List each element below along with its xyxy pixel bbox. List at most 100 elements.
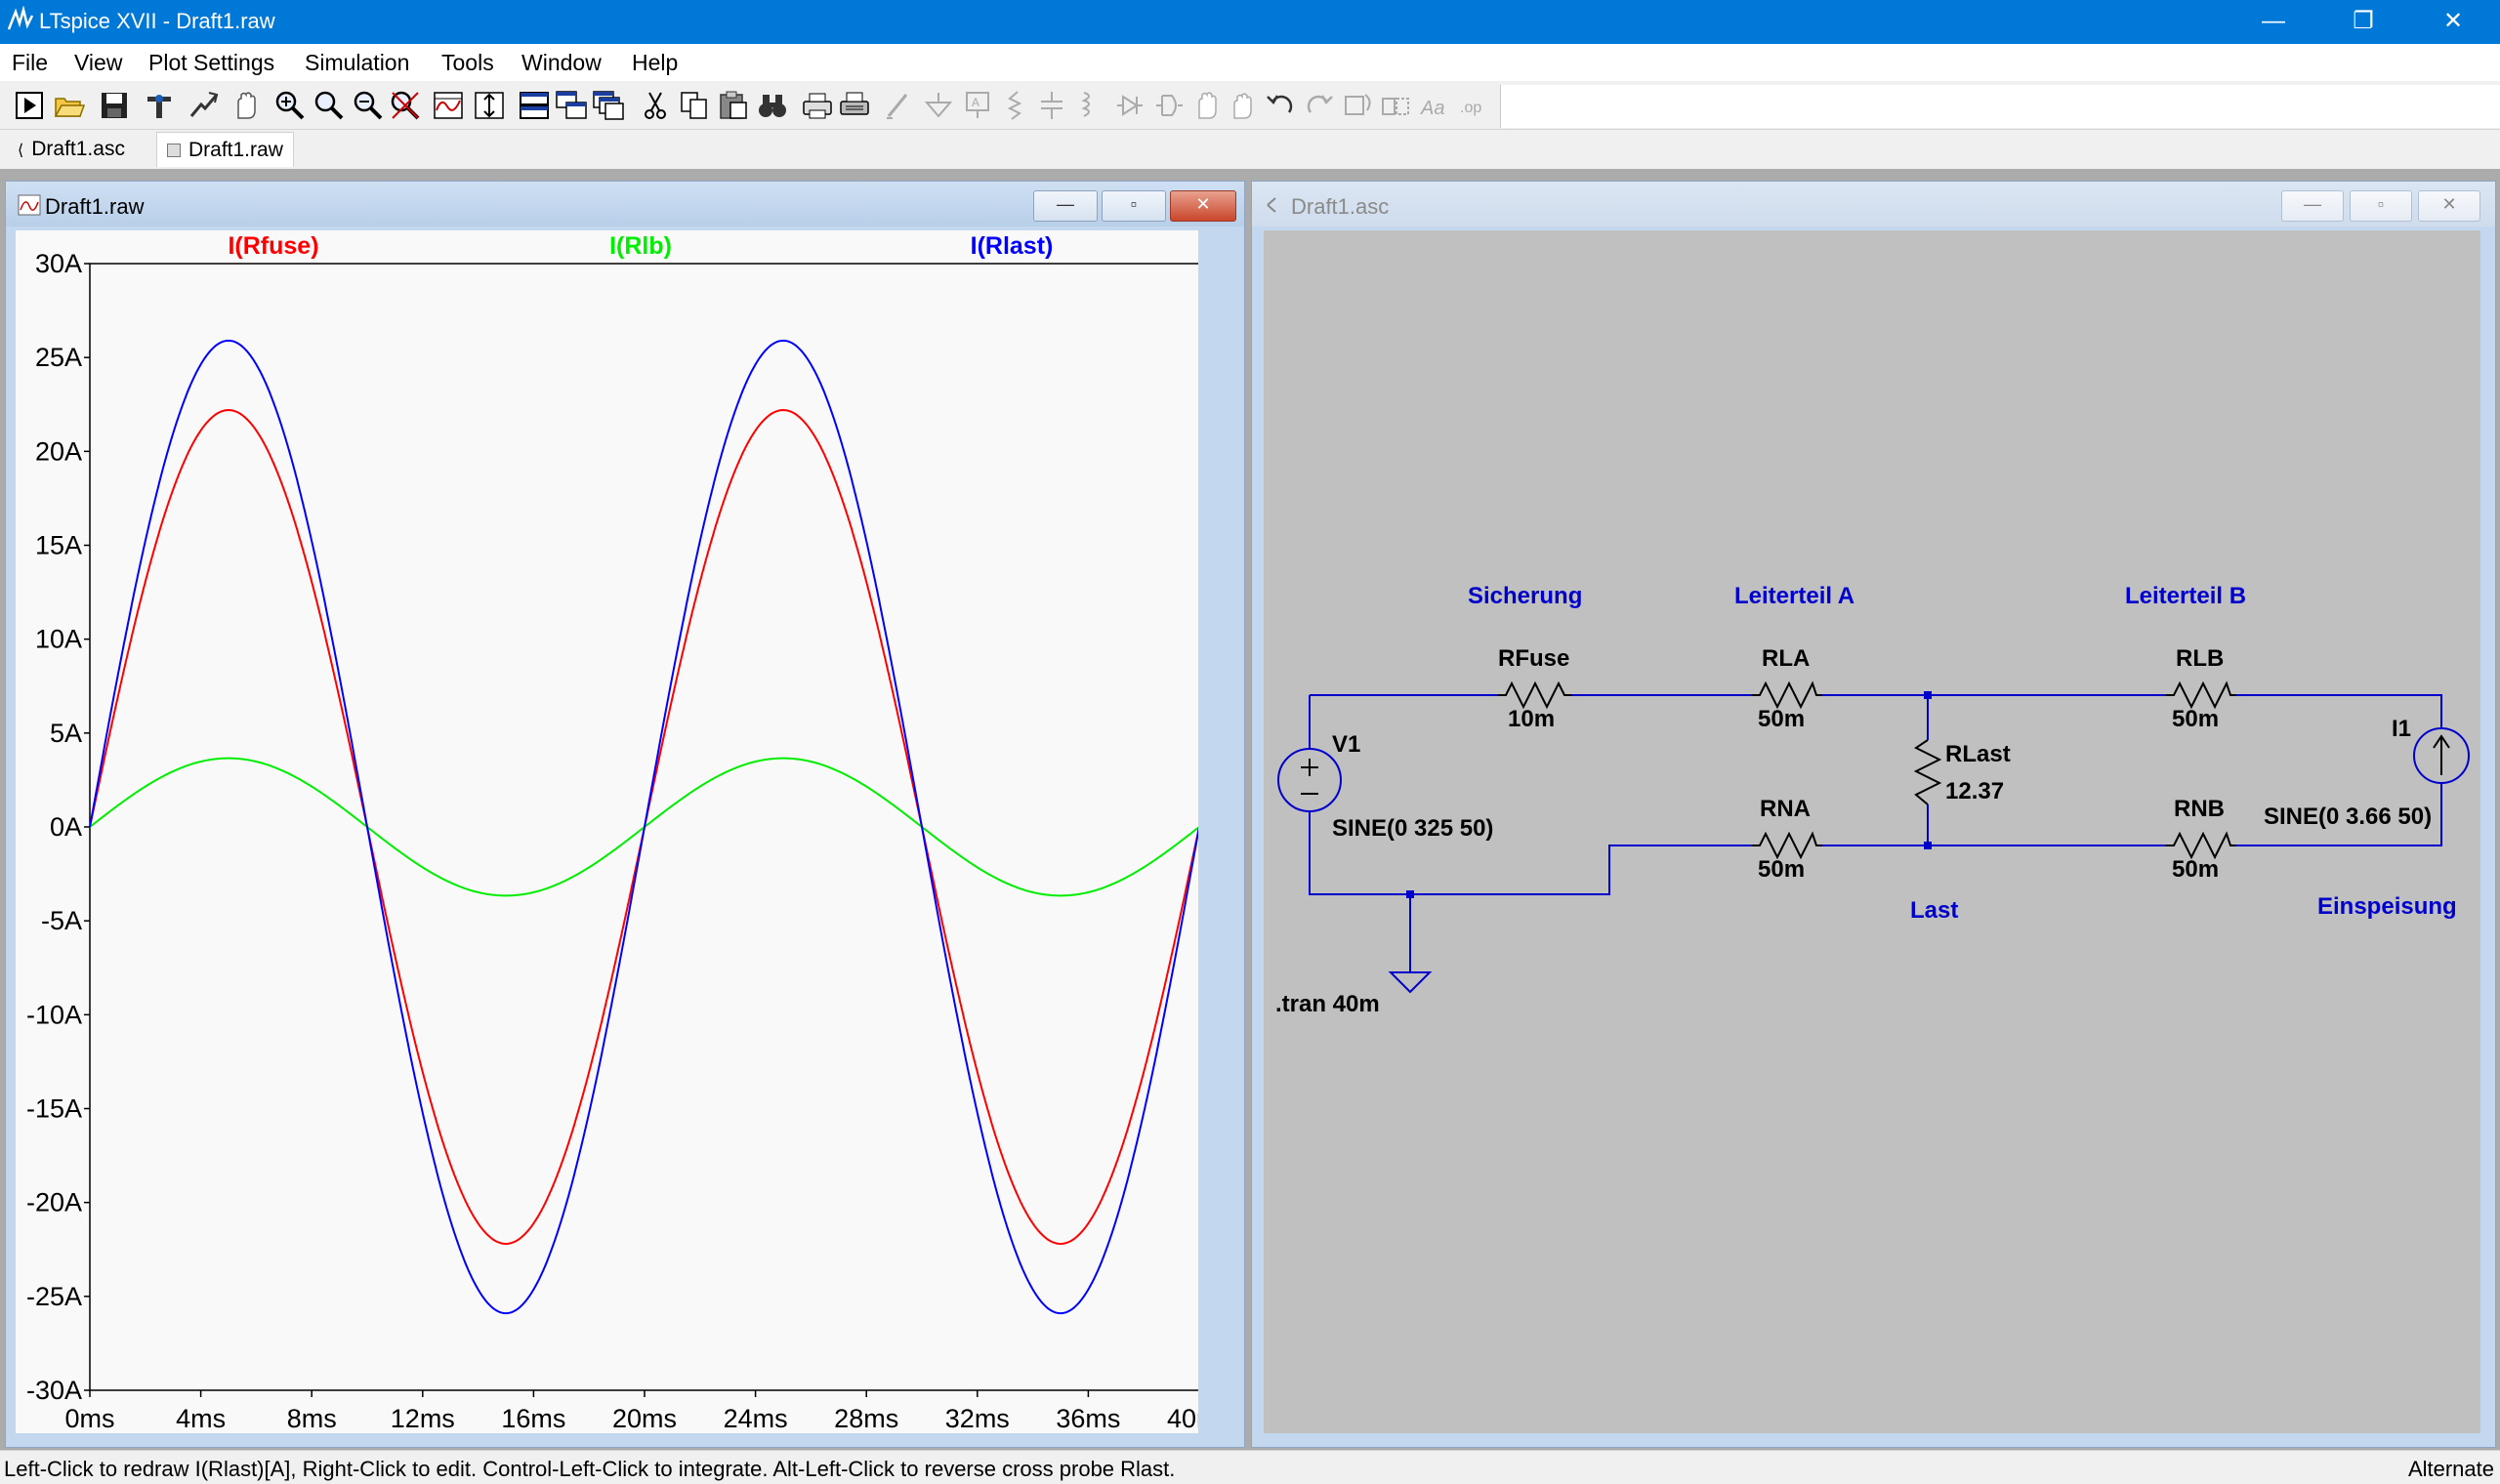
waveform-icon [18,194,41,216]
schematic-texts: Sicherung Leiterteil A Leiterteil B Last… [1275,583,2457,1017]
diode-icon[interactable] [1113,89,1146,122]
rla-name: RLA [1762,645,1810,672]
component-icon[interactable] [1152,89,1186,122]
x-axis: 0ms 4ms 8ms 12ms 16ms 20ms 24ms 28ms 32ms 36ms 40m… [64,1390,1231,1433]
drag-icon[interactable] [1227,89,1260,122]
chart-legend: I(Rfuse) I(Rlb) I(Rlast) [228,232,1053,260]
svg-text:A: A [972,96,979,109]
open-icon[interactable] [53,89,86,122]
move-icon[interactable] [1189,89,1223,122]
y-tick-label: -25A [26,1282,82,1311]
zoom-full-icon[interactable] [389,89,422,122]
i1-name: I1 [2392,716,2411,742]
plot-pane[interactable]: I(Rfuse) I(Rlb) I(Rlast) 30A 25A 20A 15A 10A 5A… [16,230,1231,1433]
cut-icon[interactable] [639,89,672,122]
schematic-minimize-button[interactable]: — [2281,190,2344,222]
manual-limits-icon[interactable] [473,89,506,122]
svg-text:.op: .op [1460,100,1481,116]
find-icon[interactable] [756,89,789,122]
v1-name: V1 [1332,731,1360,758]
close-button[interactable]: ✕ [2408,0,2498,44]
y-tick-label: -30A [26,1376,82,1405]
cascade-icon[interactable] [555,89,588,122]
wire-icon[interactable] [883,89,916,122]
plot-close-button[interactable]: ✕ [1170,190,1236,222]
resistor-icon[interactable] [998,89,1031,122]
plot-restore-button[interactable]: ▫ [1102,190,1166,222]
copy-icon[interactable] [678,89,711,122]
plot-minimize-button[interactable]: — [1033,190,1098,222]
pan-icon[interactable] [229,89,262,122]
x-tick-label: 28ms [834,1404,898,1433]
resistor-symbols [1498,680,2236,860]
spice-directive-icon[interactable]: .op [1457,89,1490,122]
print-preview-icon[interactable] [801,89,834,122]
run-icon[interactable] [14,89,47,122]
tile-vertical-icon[interactable] [592,89,625,122]
save-icon[interactable] [98,89,131,122]
tab-draft1-raw[interactable]: Draft1.raw [156,132,294,167]
x-tick-label: 36ms [1056,1404,1120,1433]
restore-button[interactable]: ❐ [2318,0,2408,44]
autorange-icon[interactable] [432,89,465,122]
legend-entry[interactable]: I(Rfuse) [228,232,318,260]
menu-help[interactable]: Help [632,50,678,76]
tile-horizontal-icon[interactable] [518,89,551,122]
i1-value: SINE(0 3.66 50) [2264,804,2432,830]
v1-symbol [1277,748,1342,812]
schematic-pane[interactable]: Sicherung Leiterteil A Leiterteil B Last… [1264,230,2480,1433]
tab-draft1-asc[interactable]: ⟨ Draft1.asc [8,132,135,167]
zoom-out-icon[interactable] [352,89,385,122]
text-icon[interactable]: Aa [1418,89,1451,122]
rnb-symbol [2166,831,2236,860]
rfuse-name: RFuse [1498,645,1569,672]
schematic-close-button[interactable]: ✕ [2418,190,2480,222]
menu-window[interactable]: Window [521,50,602,76]
ground-icon[interactable] [922,89,955,122]
label-leiterteil-b: Leiterteil B [2125,583,2246,609]
label-icon[interactable]: A [961,89,994,122]
undo-icon[interactable] [1264,89,1297,122]
y-tick-label: 15A [35,531,82,560]
rla-symbol [1752,680,1822,710]
y-tick-label: -10A [26,1000,82,1029]
y-tick-label: -5A [41,906,82,935]
x-tick-label: 20ms [612,1404,677,1433]
tran-directive: .tran 40m [1275,991,1380,1017]
y-tick-label: 5A [50,719,82,748]
plot-window-titlebar[interactable]: Draft1.raw — ▫ ✕ [6,182,1244,227]
menu-view[interactable]: View [74,50,122,76]
paste-icon[interactable] [717,89,750,122]
rnb-value: 50m [2172,856,2219,883]
rotate-icon[interactable] [1342,89,1375,122]
pick-visible-traces-icon[interactable] [188,89,221,122]
y-tick-label: 25A [35,343,82,372]
y-tick-label: 10A [35,625,82,654]
status-message: Left-Click to redraw I(Rlast)[A], Right-… [4,1457,1176,1481]
y-tick-label: -15A [26,1094,82,1124]
schematic-icon: ⟨ [18,143,24,159]
schematic-window-titlebar[interactable]: Draft1.asc — ▫ ✕ [1252,182,2495,227]
capacitor-icon[interactable] [1035,89,1068,122]
waveform-chart[interactable]: I(Rfuse) I(Rlb) I(Rlast) 30A 25A 20A 15A 10A 5A… [16,230,1231,1433]
window-title: LTspice XVII - Draft1.raw [39,9,275,33]
x-tick-label: 8ms [287,1404,337,1433]
inductor-icon[interactable] [1072,89,1105,122]
x-tick-label: 40ms [1167,1404,1198,1433]
schematic-canvas[interactable]: Sicherung Leiterteil A Leiterteil B Last… [1264,230,2480,1433]
legend-entry[interactable]: I(Rlast) [971,232,1054,260]
minimize-button[interactable]: — [2229,0,2318,44]
mirror-icon[interactable] [1379,89,1412,122]
menu-file[interactable]: File [12,50,48,76]
zoom-in-icon[interactable] [273,89,307,122]
menu-tools[interactable]: Tools [441,50,494,76]
menu-plot-settings[interactable]: Plot Settings [148,50,274,76]
menu-simulation[interactable]: Simulation [305,50,409,76]
schematic-restore-button[interactable]: ▫ [2350,190,2412,222]
control-panel-icon[interactable] [143,89,176,122]
redo-icon[interactable] [1303,89,1336,122]
legend-entry[interactable]: I(Rlb) [609,232,672,260]
rlb-symbol [2166,680,2236,710]
zoom-area-icon[interactable] [312,89,346,122]
print-icon[interactable] [838,89,871,122]
